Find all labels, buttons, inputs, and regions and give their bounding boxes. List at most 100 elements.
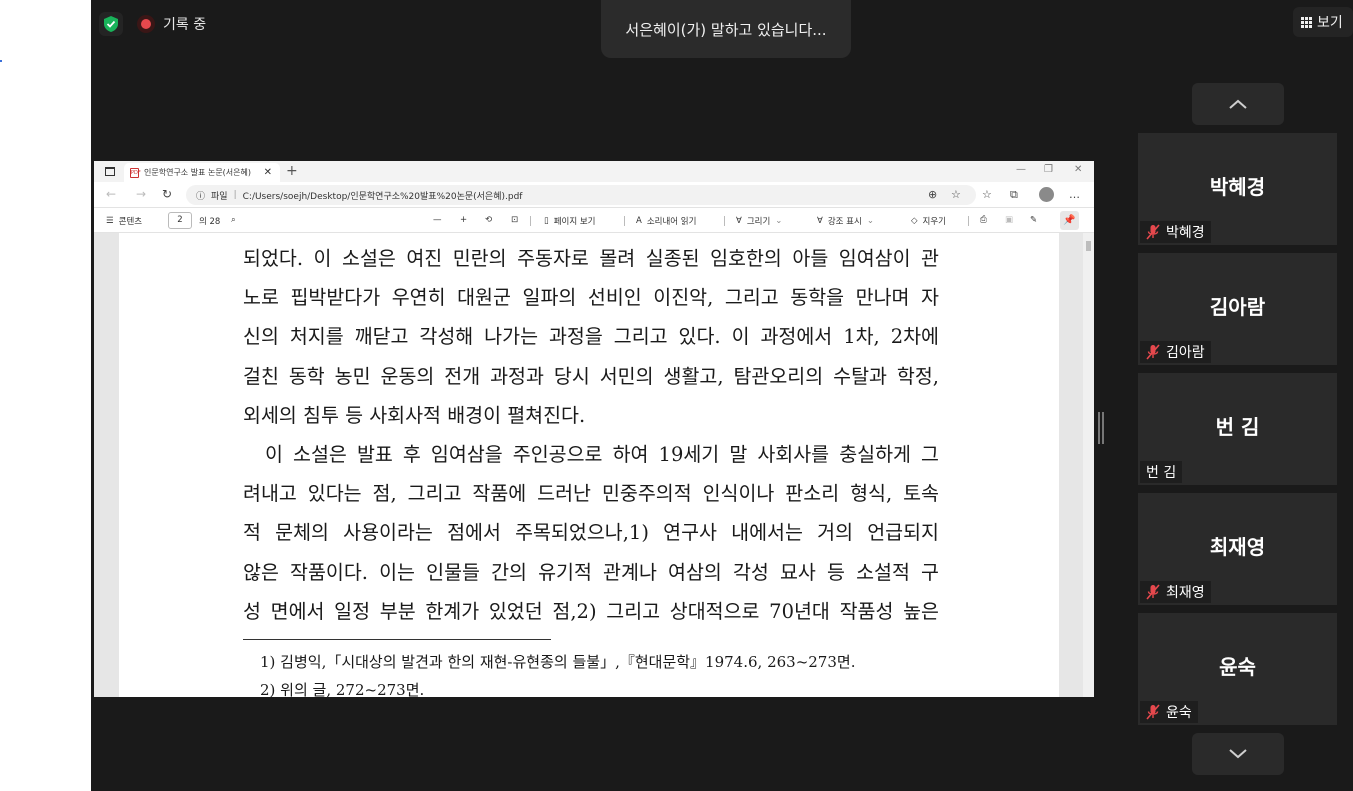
document-line: 되었다. 이 소설은 여진 민란의 주동자로 몰려 실종된 임호한의 아들 임여… <box>243 247 939 270</box>
zoom-in-icon[interactable]: + <box>460 215 467 225</box>
desktop-dot <box>0 60 2 62</box>
pdf-toolbar: ☰ 콘텐츠 2 의 28 ⌕ — + ⟲ ⊡ ▯ 페이지 보기 A 소리내어 읽… <box>94 208 1094 233</box>
erase-button[interactable]: ◇ 지우기 <box>911 215 946 227</box>
draw-label: 그리기 <box>746 217 771 227</box>
split-view-divider[interactable] <box>1098 412 1104 444</box>
collections-icon[interactable]: ⧉ <box>1010 188 1018 202</box>
print-icon[interactable]: ⎙ <box>980 215 987 225</box>
participant-name: 번 김 <box>1215 415 1260 439</box>
refresh-icon[interactable]: ↻ <box>162 187 172 201</box>
mic-muted-icon <box>1146 224 1160 240</box>
recording-indicator[interactable]: 기록 중 <box>137 12 206 36</box>
scrollbar-thumb[interactable] <box>1086 241 1091 251</box>
participant-name: 최재영 <box>1209 535 1266 559</box>
list-icon: ☰ <box>106 216 114 226</box>
highlight-button[interactable]: ∀ 강조 표시 ⌄ <box>817 215 874 227</box>
document-line: 노로 핍박받다가 우연히 대원군 일파의 선비인 이진악, 그리고 동학을 만나… <box>243 286 939 310</box>
address-bar-row: ← → ↻ ⓘ 파일 | C:/Users/soejh/Desktop/인문학연… <box>94 182 1094 208</box>
document-line: 려내고 있다는 점, 그리고 작품에 드러난 민중주의적 인식이나 판소리 형식… <box>243 482 939 506</box>
participant-name: 김아람 <box>1209 295 1266 319</box>
pdf-scrollbar[interactable] <box>1083 233 1094 697</box>
more-options-icon[interactable]: … <box>1069 188 1080 201</box>
page-view-button[interactable]: ▯ 페이지 보기 <box>544 215 596 227</box>
participant-label-text: 박혜경 <box>1166 225 1205 241</box>
participant-label: 박혜경 <box>1140 221 1211 243</box>
page-view-label: 페이지 보기 <box>553 217 596 227</box>
participant-label-text: 윤숙 <box>1166 705 1192 721</box>
participant-tile[interactable]: 김아람 김아람 <box>1138 253 1337 365</box>
participant-tile[interactable]: 최재영 최재영 <box>1138 493 1337 605</box>
footnote: 2) 위의 글, 272~273면. <box>260 681 425 697</box>
tab-bar: PDF 인문학연구소 발표 논문(서은혜) ✕ + — ❐ ✕ <box>94 161 1094 182</box>
chevron-down-icon <box>1229 749 1247 759</box>
read-aloud-button[interactable]: A 소리내어 읽기 <box>636 215 696 227</box>
participant-label: 김아람 <box>1140 341 1211 363</box>
address-separator: | <box>233 190 237 200</box>
page-number-input[interactable]: 2 <box>168 212 192 229</box>
participant-tile[interactable]: 박혜경 박혜경 <box>1138 133 1337 245</box>
participant-label: 번 김 <box>1140 461 1183 483</box>
document-line: 신의 처지를 깨닫고 각성해 나가는 과정을 그리고 있다. 이 과정에서 1차… <box>243 325 939 349</box>
desktop-left-strip <box>0 0 91 791</box>
toolbar-divider <box>968 216 969 226</box>
mic-muted-icon <box>1146 344 1160 360</box>
participant-name: 윤숙 <box>1219 655 1256 679</box>
page-total-label: 의 28 <box>199 217 221 227</box>
recording-label: 기록 중 <box>163 17 207 33</box>
pdf-viewer[interactable]: 되었다. 이 소설은 여진 민란의 주동자로 몰려 실종된 임호한의 아들 임여… <box>94 233 1094 697</box>
browser-tab[interactable]: PDF 인문학연구소 발표 논문(서은혜) ✕ <box>124 163 280 182</box>
tab-actions-icon[interactable] <box>105 167 115 176</box>
close-tab-icon[interactable]: ✕ <box>264 167 272 178</box>
contents-label: 콘텐츠 <box>118 217 143 227</box>
read-aloud-icon: A <box>636 216 642 226</box>
save-as-icon[interactable]: ✎ <box>1030 215 1037 225</box>
chevron-up-icon <box>1229 99 1247 109</box>
favorites-icon[interactable]: ☆ <box>982 188 992 201</box>
contents-button[interactable]: ☰ 콘텐츠 <box>106 215 142 227</box>
meeting-stage: 기록 중 서은혜이(가) 말하고 있습니다... 보기 박혜경 박혜경 김아람 … <box>91 0 1353 791</box>
rotate-icon[interactable]: ⟲ <box>485 215 492 225</box>
pdf-file-icon: PDF <box>130 167 141 178</box>
save-icon[interactable]: ▣ <box>1005 215 1013 225</box>
restore-icon[interactable]: ❐ <box>1044 164 1053 175</box>
zoom-out-icon[interactable]: — <box>433 215 442 225</box>
participant-tile[interactable]: 번 김 번 김 <box>1138 373 1337 485</box>
pin-toolbar-icon[interactable]: 📌 <box>1060 211 1079 230</box>
grid-view-icon <box>1301 16 1312 28</box>
forward-icon[interactable]: → <box>136 187 146 201</box>
participant-label-text: 번 김 <box>1146 465 1177 481</box>
close-window-icon[interactable]: ✕ <box>1074 164 1082 175</box>
draw-dropdown-icon[interactable]: ⌄ <box>775 216 782 226</box>
profile-avatar[interactable] <box>1039 187 1054 202</box>
speaking-banner: 서은혜이(가) 말하고 있습니다... <box>601 0 851 58</box>
tab-title: 인문학연구소 발표 논문(서은혜) <box>144 168 252 177</box>
scroll-up-button[interactable] <box>1192 83 1284 125</box>
highlight-dropdown-icon[interactable]: ⌄ <box>867 216 874 226</box>
draw-icon: ∀ <box>736 216 742 226</box>
minimize-icon[interactable]: — <box>1016 164 1026 175</box>
view-button[interactable]: 보기 <box>1293 7 1353 37</box>
scroll-down-button[interactable] <box>1192 733 1284 775</box>
participant-tile[interactable]: 윤숙 윤숙 <box>1138 613 1337 725</box>
zoom-icon[interactable]: ⊕ <box>928 188 937 201</box>
add-favorite-icon[interactable]: ☆ <box>951 188 961 201</box>
new-tab-icon[interactable]: + <box>286 163 298 179</box>
info-icon: ⓘ <box>196 191 206 202</box>
participant-label: 최재영 <box>1140 581 1211 603</box>
mic-muted-icon <box>1146 584 1160 600</box>
pdf-page: 되었다. 이 소설은 여진 민란의 주동자로 몰려 실종된 임호한의 아들 임여… <box>119 233 1059 697</box>
back-icon[interactable]: ← <box>106 187 116 201</box>
read-aloud-label: 소리내어 읽기 <box>646 217 697 227</box>
participant-name: 박혜경 <box>1209 175 1266 199</box>
mic-muted-icon <box>1146 704 1160 720</box>
document-line: 적 문체의 사용이라는 점에서 주목되었으나,1) 연구사 내에서는 거의 언급… <box>243 521 939 545</box>
security-shield-icon[interactable] <box>99 12 123 36</box>
fit-page-icon[interactable]: ⊡ <box>511 215 518 225</box>
participant-label: 윤숙 <box>1140 701 1198 723</box>
address-bar[interactable]: ⓘ 파일 | C:/Users/soejh/Desktop/인문학연구소%20발… <box>186 185 976 205</box>
search-icon[interactable]: ⌕ <box>231 215 236 225</box>
draw-button[interactable]: ∀ 그리기 ⌄ <box>736 215 782 227</box>
toolbar-divider <box>530 216 531 226</box>
toolbar-divider <box>624 216 625 226</box>
document-line: 이 소설은 발표 후 임여삼을 주인공으로 하여 19세기 말 사회사를 충실하… <box>265 442 939 466</box>
